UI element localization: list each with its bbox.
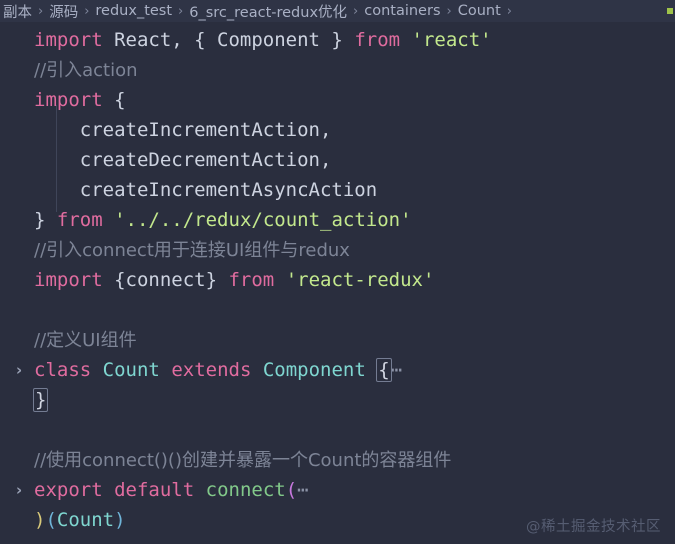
code-line[interactable]: //引入action bbox=[0, 55, 675, 85]
code-token: {connect} bbox=[102, 269, 229, 291]
breadcrumb-separator-icon: › bbox=[84, 3, 90, 19]
code-token: Count bbox=[56, 509, 115, 531]
code-token: React, { Component } bbox=[102, 29, 355, 51]
code-token: ) bbox=[114, 509, 126, 531]
code-token: } bbox=[32, 388, 49, 412]
breadcrumb-separator-icon: › bbox=[178, 3, 184, 19]
code-token: 'react' bbox=[411, 29, 492, 51]
watermark: @稀土掘金技术社区 bbox=[526, 519, 661, 535]
fold-chevron-icon[interactable]: › bbox=[16, 475, 22, 505]
code-line[interactable]: createIncrementAction, bbox=[0, 115, 675, 145]
breadcrumb-item-5[interactable]: Count bbox=[457, 3, 502, 19]
code-token: Component bbox=[262, 359, 366, 381]
breadcrumb-status-marker bbox=[667, 8, 673, 14]
code-area[interactable]: import React, { Component } from 'react'… bbox=[0, 22, 675, 544]
code-token: 'react-redux' bbox=[285, 269, 435, 291]
code-token: from bbox=[56, 209, 103, 231]
code-token: ⋯ bbox=[390, 359, 405, 381]
code-token: '../../redux/count_action' bbox=[114, 209, 412, 231]
code-line[interactable]: createIncrementAsyncAction bbox=[0, 175, 675, 205]
breadcrumb-item-1[interactable]: 源码 bbox=[48, 1, 79, 22]
breadcrumb[interactable]: 副本 › 源码 › redux_test › 6_src_react-redux优化 › con… bbox=[0, 0, 675, 22]
breadcrumb-item-2[interactable]: redux_test bbox=[94, 3, 173, 19]
code-token: from bbox=[354, 29, 401, 51]
code-token: import bbox=[34, 89, 103, 111]
code-token: export bbox=[34, 479, 103, 501]
code-token: createIncrementAction, bbox=[34, 119, 332, 141]
code-token: ⋯ bbox=[297, 479, 311, 501]
breadcrumb-separator-icon: › bbox=[446, 3, 452, 19]
code-line[interactable] bbox=[0, 415, 675, 445]
breadcrumb-item-3[interactable]: 6_src_react-redux优化 bbox=[188, 1, 348, 22]
code-line[interactable]: //使用connect()()创建并暴露一个Count的容器组件 bbox=[0, 445, 675, 475]
code-line[interactable]: import {connect} from 'react-redux' bbox=[0, 265, 675, 295]
code-line[interactable]: import { bbox=[0, 85, 675, 115]
code-token: //引入action bbox=[34, 60, 138, 81]
code-line[interactable]: › class Count extends Component {⋯ bbox=[0, 355, 675, 385]
code-line[interactable]: } bbox=[0, 385, 675, 415]
code-token: ( bbox=[45, 509, 57, 531]
code-line[interactable] bbox=[0, 295, 675, 325]
code-line[interactable]: //定义UI组件 bbox=[0, 325, 675, 355]
code-line[interactable]: //引入connect用于连接UI组件与redux bbox=[0, 235, 675, 265]
fold-chevron-icon[interactable]: › bbox=[16, 355, 22, 385]
code-editor: 副本 › 源码 › redux_test › 6_src_react-redux优化 › con… bbox=[0, 0, 675, 544]
breadcrumb-item-4[interactable]: containers bbox=[363, 3, 441, 19]
code-token: Count bbox=[102, 359, 160, 381]
code-token: import bbox=[34, 269, 103, 291]
breadcrumb-item-0[interactable]: 副本 bbox=[2, 1, 33, 22]
code-token: class bbox=[34, 359, 92, 381]
code-line[interactable]: createDecrementAction, bbox=[0, 145, 675, 175]
code-token: //引入connect用于连接UI组件与redux bbox=[34, 240, 350, 261]
code-token: { bbox=[102, 89, 126, 111]
code-token: { bbox=[376, 358, 392, 382]
breadcrumb-separator-icon: › bbox=[38, 3, 44, 19]
code-line[interactable]: } from '../../redux/count_action' bbox=[0, 205, 675, 235]
code-token: ) bbox=[34, 509, 46, 531]
code-token: //使用connect()()创建并暴露一个Count的容器组件 bbox=[34, 450, 452, 471]
breadcrumb-separator-icon: › bbox=[353, 3, 359, 19]
code-token: //定义UI组件 bbox=[34, 330, 137, 351]
code-token: default bbox=[114, 479, 195, 501]
code-line[interactable]: › export default connect(⋯ bbox=[0, 475, 675, 505]
code-line[interactable]: import React, { Component } from 'react' bbox=[0, 25, 675, 55]
code-lines: import React, { Component } from 'react'… bbox=[0, 22, 675, 535]
breadcrumb-separator-icon: › bbox=[506, 3, 512, 19]
code-token: } bbox=[34, 209, 57, 231]
code-token: from bbox=[228, 269, 275, 291]
code-token: import bbox=[34, 29, 103, 51]
code-token: ( bbox=[285, 479, 298, 501]
code-token: createDecrementAction, bbox=[34, 149, 332, 171]
code-token: connect bbox=[205, 479, 286, 501]
code-token: extends bbox=[171, 359, 252, 381]
code-token: createIncrementAsyncAction bbox=[34, 179, 378, 201]
